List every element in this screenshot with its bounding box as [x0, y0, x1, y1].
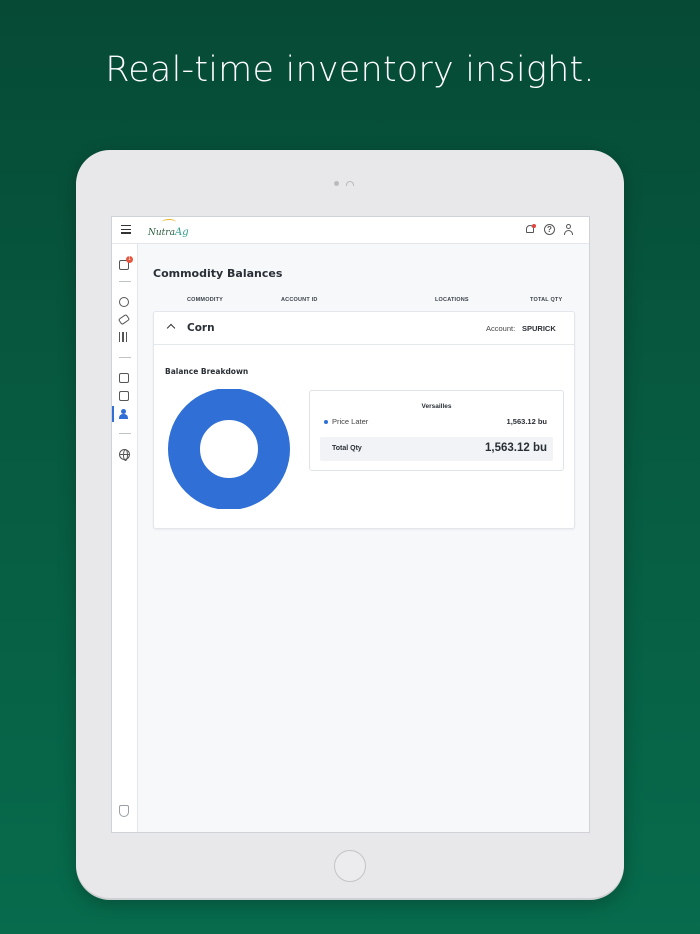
- commodity-name: Corn: [187, 322, 215, 334]
- donut-segment-price-later: [168, 389, 290, 509]
- sidebar-divider: [119, 433, 131, 434]
- account-value: SPURICK: [522, 324, 556, 333]
- top-bar: NutraAg ?: [112, 217, 589, 244]
- commodity-card-header[interactable]: Corn Account: SPURICK: [154, 312, 574, 345]
- sidebar-balances-icon[interactable]: [119, 409, 131, 421]
- total-qty-value: 1,563.12 bu: [484, 442, 547, 454]
- menu-icon[interactable]: [121, 225, 131, 234]
- column-header-account-id: ACCOUNT ID: [281, 297, 318, 303]
- sidebar: 1: [112, 244, 138, 832]
- camera: [334, 181, 339, 186]
- legend-item-label: Price Later: [332, 417, 369, 426]
- commodity-card: Corn Account: SPURICK Balance Breakdown …: [153, 311, 575, 529]
- sidebar-tag-icon[interactable]: [117, 313, 131, 326]
- chevron-up-icon[interactable]: [166, 323, 176, 333]
- headline: Real-time inventory insight.: [105, 50, 595, 90]
- balance-donut-chart: [168, 389, 290, 509]
- column-header-locations: LOCATIONS: [435, 297, 469, 303]
- sensor: [346, 181, 354, 186]
- sidebar-divider: [119, 281, 131, 282]
- user-settings-icon[interactable]: [563, 224, 575, 236]
- top-actions: ?: [524, 224, 575, 236]
- app-screen: NutraAg ? 1 Commodity Balances COMMODITY…: [111, 216, 590, 833]
- total-qty-row: Total Qty 1,563.12 bu: [320, 437, 553, 461]
- active-indicator: [112, 406, 114, 422]
- logo-suffix: Ag: [174, 227, 189, 238]
- notifications-bell-icon[interactable]: [524, 224, 536, 236]
- app-logo: NutraAg: [148, 219, 189, 240]
- home-button: [334, 850, 366, 882]
- sidebar-sliders-icon[interactable]: [119, 332, 131, 344]
- location-name: Versailles: [421, 403, 452, 410]
- column-header-total-qty: TOTAL QTY: [530, 297, 563, 303]
- sidebar-documents-icon[interactable]: [119, 391, 131, 403]
- help-icon[interactable]: ?: [544, 224, 555, 235]
- logo-text: Nutra: [148, 228, 175, 238]
- sidebar-divider: [119, 357, 131, 358]
- balance-breakdown-title: Balance Breakdown: [165, 367, 249, 376]
- legend-dot: [324, 420, 328, 424]
- sidebar-tasks-icon[interactable]: 1: [119, 256, 133, 272]
- page-title: Commodity Balances: [153, 267, 283, 280]
- tablet-frame: NutraAg ? 1 Commodity Balances COMMODITY…: [76, 150, 624, 898]
- sidebar-contracts-icon[interactable]: [119, 373, 131, 385]
- column-header-commodity: COMMODITY: [187, 297, 224, 303]
- legend-item-value: 1,563.12 bu: [506, 417, 547, 426]
- sidebar-pricing-icon[interactable]: [119, 297, 131, 309]
- breakdown-legend: Versailles Price Later 1,563.12 bu Total…: [309, 390, 564, 471]
- total-qty-label: Total Qty: [332, 445, 362, 452]
- account-label: Account:: [486, 324, 516, 333]
- sidebar-globe-icon[interactable]: [119, 449, 131, 461]
- sidebar-shield-icon: [119, 805, 131, 817]
- notification-badge: 1: [126, 256, 133, 263]
